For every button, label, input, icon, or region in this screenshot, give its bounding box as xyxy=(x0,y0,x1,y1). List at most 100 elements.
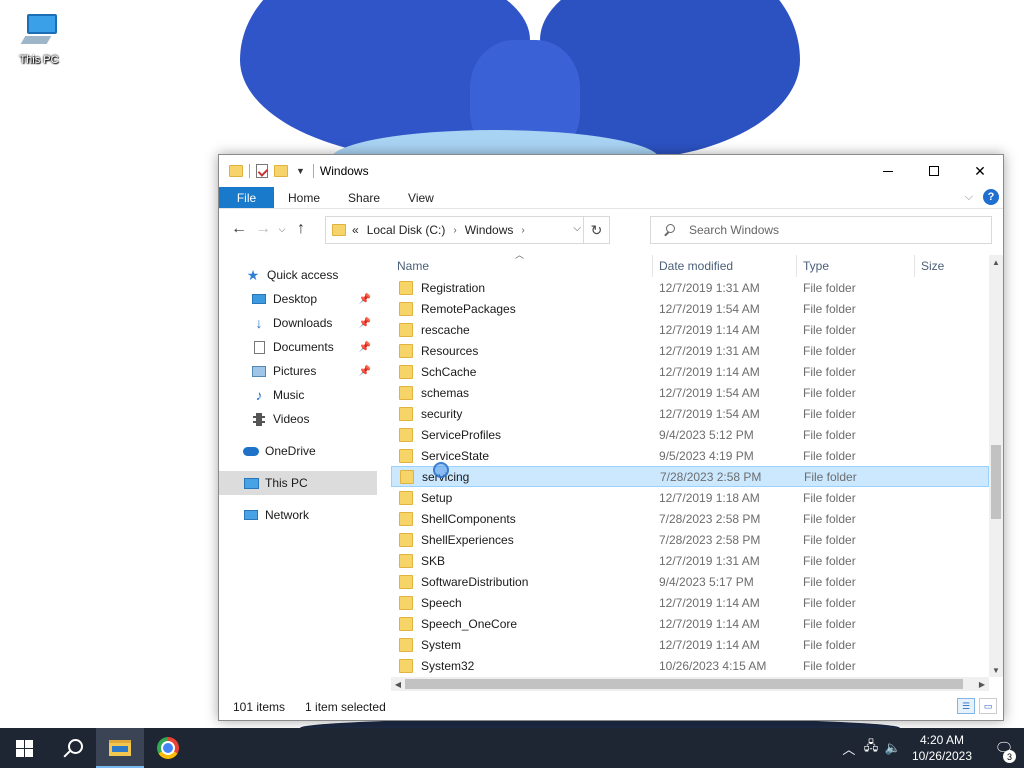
back-button[interactable]: ← xyxy=(227,217,251,241)
breadcrumb-separator-icon[interactable]: › xyxy=(521,225,524,236)
pin-icon[interactable]: 📌 xyxy=(359,342,371,353)
show-hidden-icons-icon[interactable]: ︿ xyxy=(838,739,860,758)
minimize-icon xyxy=(883,170,893,172)
pin-icon[interactable]: 📌 xyxy=(359,318,371,329)
help-icon[interactable]: ? xyxy=(983,189,999,205)
pin-icon[interactable]: 📌 xyxy=(359,366,371,377)
large-icons-view-button[interactable]: ▭ xyxy=(979,698,997,714)
horizontal-scrollbar[interactable]: ◀ ▶ xyxy=(391,677,989,691)
table-row[interactable]: Registration 12/7/2019 1:31 AM File folder xyxy=(391,277,989,298)
taskbar-file-explorer[interactable] xyxy=(96,728,144,768)
nav-item-this-pc[interactable]: This PC xyxy=(219,471,377,495)
file-name-cell: ServiceState xyxy=(391,448,653,463)
new-folder-icon[interactable] xyxy=(274,165,288,177)
nav-item-label: Documents xyxy=(273,340,334,354)
column-date-modified[interactable]: Date modified xyxy=(653,255,797,277)
cloud-icon xyxy=(243,444,259,458)
table-row[interactable]: SchCache 12/7/2019 1:14 AM File folder xyxy=(391,361,989,382)
pin-icon[interactable]: 📌 xyxy=(359,294,371,305)
scroll-left-icon[interactable]: ◀ xyxy=(391,680,405,689)
file-name-cell: SoftwareDistribution xyxy=(391,574,653,589)
nav-item-music[interactable]: ♪ Music xyxy=(219,383,377,407)
download-arrow-icon: ↓ xyxy=(255,315,263,331)
table-row[interactable]: RemotePackages 12/7/2019 1:54 AM File fold… xyxy=(391,298,989,319)
nav-item-network[interactable]: Network xyxy=(219,503,377,527)
vertical-scrollbar[interactable]: ▲ ▼ xyxy=(989,255,1003,677)
desktop-icon-this-pc[interactable]: This PC xyxy=(10,10,68,66)
nav-item-desktop[interactable]: Desktop 📌 xyxy=(219,287,377,311)
taskbar-search-button[interactable] xyxy=(48,728,96,768)
table-row[interactable]: ServiceState 9/5/2023 4:19 PM File folder xyxy=(391,445,989,466)
table-row[interactable]: Speech_OneCore 12/7/2019 1:14 AM File fold… xyxy=(391,613,989,634)
file-name-cell: ServiceProfiles xyxy=(391,427,653,442)
network-status-icon[interactable]: 🖧 xyxy=(860,737,882,759)
minimize-button[interactable] xyxy=(865,155,911,187)
title-bar[interactable]: ▼ Windows ✕ xyxy=(219,155,1003,187)
table-row[interactable]: Speech 12/7/2019 1:14 AM File folder xyxy=(391,592,989,613)
tab-home[interactable]: Home xyxy=(274,187,334,208)
close-button[interactable]: ✕ xyxy=(957,155,1003,187)
table-row[interactable]: Resources 12/7/2019 1:31 AM File folder xyxy=(391,340,989,361)
file-name-cell: ShellComponents xyxy=(391,511,653,526)
nav-item-pictures[interactable]: Pictures 📌 xyxy=(219,359,377,383)
search-box[interactable] xyxy=(650,216,992,244)
column-size[interactable]: Size xyxy=(915,255,975,277)
nav-item-videos[interactable]: Videos xyxy=(219,407,377,431)
table-row[interactable]: ShellExperiences 7/28/2023 2:58 PM File fo… xyxy=(391,529,989,550)
table-row[interactable]: schemas 12/7/2019 1:54 AM File folder xyxy=(391,382,989,403)
table-row[interactable]: rescache 12/7/2019 1:14 AM File folder xyxy=(391,319,989,340)
volume-icon[interactable]: 🔈 xyxy=(882,740,904,756)
start-button[interactable] xyxy=(0,728,48,768)
scroll-up-icon[interactable]: ▲ xyxy=(989,255,1003,269)
tab-view[interactable]: View xyxy=(394,187,448,208)
scroll-down-icon[interactable]: ▼ xyxy=(989,663,1003,677)
clock[interactable]: 4:20 AM 10/26/2023 xyxy=(912,732,972,764)
nav-item-documents[interactable]: Documents 📌 xyxy=(219,335,377,359)
address-bar[interactable]: « Local Disk (C:) › Windows › ⌵ ↻ xyxy=(325,216,610,244)
breadcrumb-windows[interactable]: Windows xyxy=(465,223,514,237)
table-row[interactable]: ServiceProfiles 9/4/2023 5:12 PM File fold… xyxy=(391,424,989,445)
search-input[interactable] xyxy=(689,223,969,237)
vertical-scroll-thumb[interactable] xyxy=(991,445,1001,519)
file-name: ServiceProfiles xyxy=(421,427,502,442)
maximize-button[interactable] xyxy=(911,155,957,187)
type-cell: File folder xyxy=(803,280,856,295)
nav-item-onedrive[interactable]: OneDrive xyxy=(219,439,377,463)
recent-locations-button[interactable]: ⌵ xyxy=(275,224,289,235)
table-row[interactable]: SoftwareDistribution 9/4/2023 5:17 PM File… xyxy=(391,571,989,592)
expand-ribbon-icon[interactable]: ⌵ xyxy=(965,191,973,204)
nav-item-quick-access[interactable]: ★ Quick access xyxy=(219,263,377,287)
breadcrumb-overflow[interactable]: « xyxy=(352,223,359,237)
scroll-right-icon[interactable]: ▶ xyxy=(975,680,989,689)
column-name[interactable]: Name xyxy=(391,255,653,277)
table-row[interactable]: servicing 7/28/2023 2:58 PM File folder xyxy=(391,466,989,487)
date-modified-cell: 12/7/2019 1:54 AM xyxy=(659,301,760,316)
folder-icon xyxy=(399,385,413,400)
horizontal-scroll-thumb[interactable] xyxy=(405,679,963,689)
table-row[interactable]: System32 10/26/2023 4:15 AM File folder xyxy=(391,655,989,676)
table-row[interactable]: ShellComponents 7/28/2023 2:58 PM File fol… xyxy=(391,508,989,529)
table-row[interactable]: Setup 12/7/2019 1:18 AM File folder xyxy=(391,487,989,508)
breadcrumb-local-disk[interactable]: Local Disk (C:) xyxy=(367,223,446,237)
forward-button[interactable]: → xyxy=(251,217,275,241)
table-row[interactable]: SKB 12/7/2019 1:31 AM File folder xyxy=(391,550,989,571)
taskbar-chrome[interactable] xyxy=(144,728,192,768)
customize-quick-access-icon[interactable]: ▼ xyxy=(296,166,305,176)
table-row[interactable]: security 12/7/2019 1:54 AM File folder xyxy=(391,403,989,424)
refresh-button[interactable]: ↻ xyxy=(583,217,609,243)
tab-share[interactable]: Share xyxy=(334,187,394,208)
nav-item-label: Pictures xyxy=(273,364,317,378)
column-type[interactable]: Type xyxy=(797,255,915,277)
nav-item-downloads[interactable]: ↓ Downloads 📌 xyxy=(219,311,377,335)
breadcrumb-separator-icon[interactable]: › xyxy=(453,225,456,236)
nav-item-label: Videos xyxy=(273,412,310,426)
up-button[interactable]: ↑ xyxy=(289,217,313,241)
maximize-icon xyxy=(929,166,939,176)
details-view-button[interactable]: ☰ xyxy=(957,698,975,714)
address-dropdown-icon[interactable]: ⌵ xyxy=(573,223,581,234)
table-row[interactable]: System 12/7/2019 1:14 AM File folder xyxy=(391,634,989,655)
file-name: System xyxy=(421,637,462,652)
properties-icon[interactable] xyxy=(256,164,268,178)
action-center-button[interactable]: 🗨 3 xyxy=(984,739,1024,763)
tab-file[interactable]: File xyxy=(219,187,274,208)
